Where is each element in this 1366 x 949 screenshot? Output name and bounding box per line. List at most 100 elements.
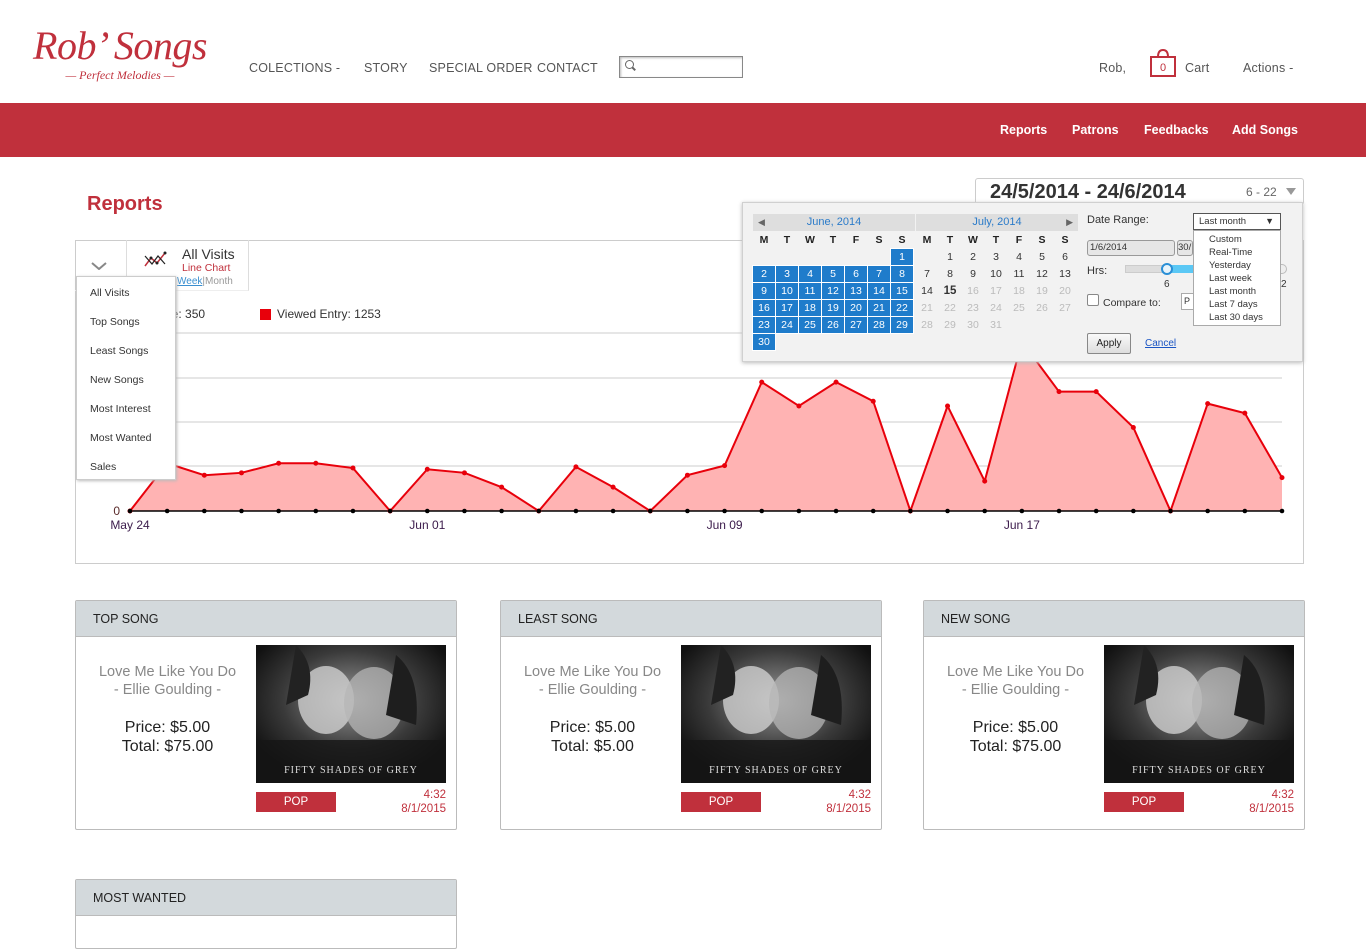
range-option-yesterday[interactable]: Yesterday [1209, 260, 1251, 271]
chevron-down-icon[interactable] [91, 262, 107, 270]
range-option-real-time[interactable]: Real-Time [1209, 247, 1252, 258]
day-cell[interactable]: 21 [867, 299, 891, 317]
nav-feedbacks[interactable]: Feedbacks [1144, 123, 1209, 137]
day-cell[interactable]: 24 [985, 300, 1007, 316]
nav-patrons[interactable]: Patrons [1072, 123, 1119, 137]
day-cell[interactable]: 12 [821, 282, 845, 300]
day-cell[interactable]: 9 [752, 282, 776, 300]
day-cell[interactable]: 12 [1031, 266, 1053, 282]
search-input[interactable] [619, 56, 743, 78]
day-cell[interactable]: 26 [1031, 300, 1053, 316]
metric-option-most-interest[interactable]: Most Interest [90, 403, 151, 415]
day-cell[interactable]: 19 [1031, 283, 1053, 299]
day-cell[interactable]: 21 [916, 300, 938, 316]
day-cell[interactable]: 30 [752, 333, 776, 351]
album-cover[interactable]: FIFTY SHADES OF GREY [256, 645, 446, 783]
period-month[interactable]: Month [205, 276, 233, 287]
day-cell[interactable]: 9 [962, 266, 984, 282]
day-cell[interactable]: 15 [939, 283, 961, 299]
day-cell[interactable]: 4 [1008, 249, 1030, 265]
day-cell[interactable]: 16 [962, 283, 984, 299]
nav-collections[interactable]: COLECTIONS - [249, 61, 340, 75]
end-date-input[interactable]: 30/ [1177, 240, 1193, 256]
day-cell[interactable]: 8 [939, 266, 961, 282]
day-cell[interactable]: 3 [775, 265, 799, 283]
next-month-icon[interactable]: ▶ [1066, 214, 1073, 231]
genre-badge[interactable]: POP [256, 792, 336, 812]
day-cell[interactable]: 18 [1008, 283, 1030, 299]
actions-menu[interactable]: Actions - [1243, 61, 1293, 75]
metric-option-least-songs[interactable]: Least Songs [90, 345, 148, 357]
day-cell[interactable]: 15 [890, 282, 914, 300]
day-cell[interactable]: 5 [1031, 249, 1053, 265]
day-cell[interactable]: 18 [798, 299, 822, 317]
period-week[interactable]: Week [177, 276, 202, 287]
day-cell[interactable]: 6 [844, 265, 868, 283]
range-option-last-7-days[interactable]: Last 7 days [1209, 299, 1258, 310]
range-option-last-week[interactable]: Last week [1209, 273, 1252, 284]
day-cell[interactable]: 7 [867, 265, 891, 283]
date-range-picker[interactable]: 24/5/2014 - 24/6/2014 6 - 22 [975, 178, 1304, 205]
day-cell[interactable]: 29 [890, 316, 914, 334]
day-cell[interactable]: 25 [798, 316, 822, 334]
day-cell[interactable]: 2 [962, 249, 984, 265]
metric-option-all-visits[interactable]: All Visits [90, 287, 129, 299]
day-cell[interactable]: 5 [821, 265, 845, 283]
album-cover[interactable]: FIFTY SHADES OF GREY [1104, 645, 1294, 783]
metric-option-new-songs[interactable]: New Songs [90, 374, 144, 386]
day-cell[interactable]: 17 [985, 283, 1007, 299]
day-cell[interactable]: 27 [844, 316, 868, 334]
metric-option-top-songs[interactable]: Top Songs [90, 316, 140, 328]
nav-story[interactable]: STORY [364, 61, 408, 75]
day-cell[interactable]: 6 [1054, 249, 1076, 265]
day-cell[interactable]: 22 [939, 300, 961, 316]
day-cell[interactable]: 14 [867, 282, 891, 300]
day-cell[interactable]: 20 [1054, 283, 1076, 299]
day-cell[interactable]: 30 [962, 317, 984, 333]
day-cell[interactable]: 28 [867, 316, 891, 334]
nav-contact[interactable]: CONTACT [537, 61, 598, 75]
range-option-last-30-days[interactable]: Last 30 days [1209, 312, 1263, 323]
day-cell[interactable]: 4 [798, 265, 822, 283]
cancel-link[interactable]: Cancel [1145, 338, 1176, 349]
apply-button[interactable]: Apply [1087, 333, 1131, 354]
metric-title[interactable]: All Visits [182, 246, 235, 262]
song-title[interactable]: Love Me Like You Do [76, 663, 259, 681]
day-cell[interactable]: 10 [775, 282, 799, 300]
day-cell[interactable]: 8 [890, 265, 914, 283]
day-cell[interactable]: 11 [1008, 266, 1030, 282]
metric-option-most-wanted[interactable]: Most Wanted [90, 432, 151, 444]
hours-slider-handle[interactable] [1161, 263, 1173, 275]
day-cell[interactable]: 23 [752, 316, 776, 334]
song-title[interactable]: Love Me Like You Do [924, 663, 1107, 681]
day-cell[interactable]: 26 [821, 316, 845, 334]
cart-icon[interactable]: 0 [1150, 48, 1176, 77]
day-cell[interactable]: 19 [821, 299, 845, 317]
user-name[interactable]: Rob, [1099, 61, 1126, 75]
day-cell[interactable]: 17 [775, 299, 799, 317]
range-option-custom[interactable]: Custom [1209, 234, 1242, 245]
day-cell[interactable]: 13 [844, 282, 868, 300]
day-cell[interactable]: 28 [916, 317, 938, 333]
start-date-input[interactable]: 1/6/2014 [1087, 240, 1175, 256]
day-cell[interactable]: 10 [985, 266, 1007, 282]
day-cell[interactable]: 11 [798, 282, 822, 300]
cart-link[interactable]: Cart [1185, 61, 1209, 75]
nav-reports[interactable]: Reports [1000, 123, 1047, 137]
day-cell[interactable]: 1 [939, 249, 961, 265]
prev-month-icon[interactable]: ◀ [758, 214, 765, 231]
genre-badge[interactable]: POP [681, 792, 761, 812]
metric-option-sales[interactable]: Sales [90, 461, 116, 473]
compare-checkbox[interactable] [1087, 294, 1099, 306]
day-cell[interactable]: 22 [890, 299, 914, 317]
day-cell[interactable]: 25 [1008, 300, 1030, 316]
album-cover[interactable]: FIFTY SHADES OF GREY [681, 645, 871, 783]
song-title[interactable]: Love Me Like You Do [501, 663, 684, 681]
day-cell[interactable]: 16 [752, 299, 776, 317]
genre-badge[interactable]: POP [1104, 792, 1184, 812]
day-cell[interactable]: 1 [890, 248, 914, 266]
day-cell[interactable]: 14 [916, 283, 938, 299]
logo[interactable]: Rob’ Songs — Perfect Melodies — [29, 24, 211, 88]
nav-special-order[interactable]: SPECIAL ORDER [429, 61, 533, 75]
day-cell[interactable]: 20 [844, 299, 868, 317]
